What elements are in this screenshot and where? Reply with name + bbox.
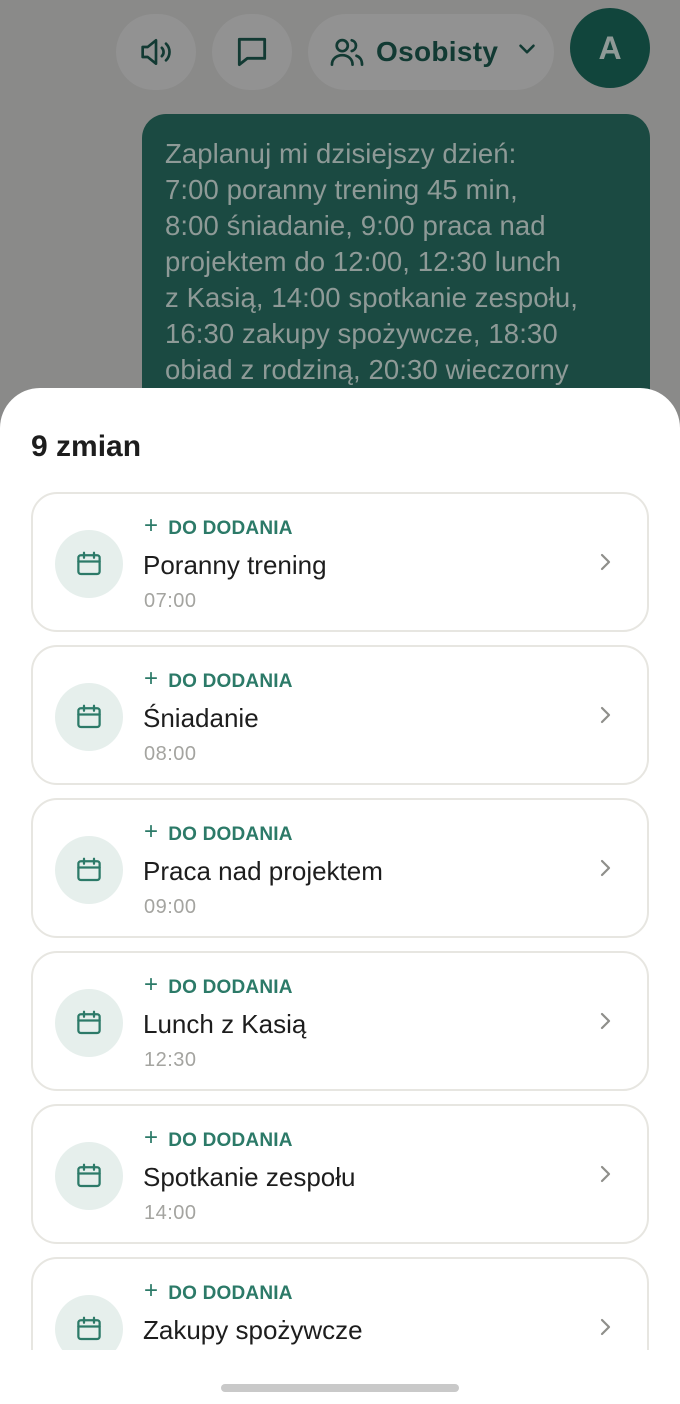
home-indicator[interactable] [221, 1384, 459, 1392]
chevron-right-icon [600, 859, 611, 877]
calendar-icon [77, 551, 101, 576]
change-card[interactable]: + DO DODANIA Lunch z Kasią 12:30 [31, 951, 649, 1091]
plus-icon: + [144, 665, 159, 692]
account-switcher[interactable]: Osobisty [308, 14, 554, 90]
plus-icon: + [144, 1124, 159, 1151]
card-status: + DO DODANIA [144, 1124, 293, 1152]
card-title: Poranny trening [143, 550, 327, 580]
calendar-icon [77, 1163, 101, 1188]
plus-icon: + [144, 1277, 159, 1304]
chat-icon [237, 37, 267, 67]
card-status: + DO DODANIA [144, 971, 293, 999]
people-icon [330, 38, 364, 67]
plus-icon: + [144, 512, 159, 539]
top-bar: Osobisty A [0, 0, 680, 100]
change-card[interactable]: + DO DODANIA Zakupy spożywcze [31, 1257, 649, 1350]
calendar-icon [77, 704, 101, 729]
card-status: + DO DODANIA [144, 1277, 293, 1305]
card-title: Śniadanie [143, 703, 259, 733]
card-status: + DO DODANIA [144, 818, 293, 846]
chevron-right-icon [600, 1318, 611, 1336]
change-card[interactable]: + DO DODANIA Spotkanie zespołu 14:00 [31, 1104, 649, 1244]
calendar-icon-wrap [55, 683, 123, 751]
calendar-icon-wrap [55, 989, 123, 1057]
changes-sheet: 9 zmian + DO DODANIA Poranny trening 07:0… [0, 388, 680, 1404]
changes-list: + DO DODANIA Poranny trening 07:00 + DO DO… [0, 492, 680, 1350]
card-title: Zakupy spożywcze [143, 1315, 363, 1345]
card-time: 09:00 [144, 896, 197, 918]
change-card[interactable]: + DO DODANIA Śniadanie 08:00 [31, 645, 649, 785]
chevron-right-icon [600, 1012, 611, 1030]
change-card[interactable]: + DO DODANIA Praca nad projektem 09:00 [31, 798, 649, 938]
chevron-right-icon [600, 706, 611, 724]
calendar-icon-wrap [55, 1142, 123, 1210]
chevron-right-icon [600, 553, 611, 571]
calendar-icon [77, 857, 101, 882]
card-status: + DO DODANIA [144, 512, 293, 540]
card-title: Lunch z Kasią [143, 1009, 307, 1039]
card-status: + DO DODANIA [144, 665, 293, 693]
change-card[interactable]: + DO DODANIA Poranny trening 07:00 [31, 492, 649, 632]
card-title: Praca nad projektem [143, 856, 383, 886]
avatar[interactable]: A [570, 8, 650, 88]
card-time: 07:00 [144, 590, 197, 612]
chevron-down-icon [519, 44, 536, 54]
chat-button[interactable] [212, 14, 292, 90]
card-time: 08:00 [144, 743, 197, 765]
chevron-right-icon [600, 1165, 611, 1183]
speaker-button[interactable] [116, 14, 196, 90]
user-message-text: Zaplanuj mi dzisiejszy dzień: 7:00 poran… [165, 138, 579, 385]
sheet-title: 9 zmian [31, 430, 142, 463]
card-time: 12:30 [144, 1049, 197, 1071]
speaker-icon [141, 39, 171, 65]
card-time: 14:00 [144, 1202, 197, 1224]
calendar-icon-wrap [55, 1295, 123, 1350]
plus-icon: + [144, 818, 159, 845]
calendar-icon [77, 1316, 101, 1341]
calendar-icon [77, 1010, 101, 1035]
plus-icon: + [144, 971, 159, 998]
calendar-icon-wrap [55, 836, 123, 904]
account-label: Osobisty [376, 36, 499, 67]
card-title: Spotkanie zespołu [143, 1162, 356, 1192]
calendar-icon-wrap [55, 530, 123, 598]
